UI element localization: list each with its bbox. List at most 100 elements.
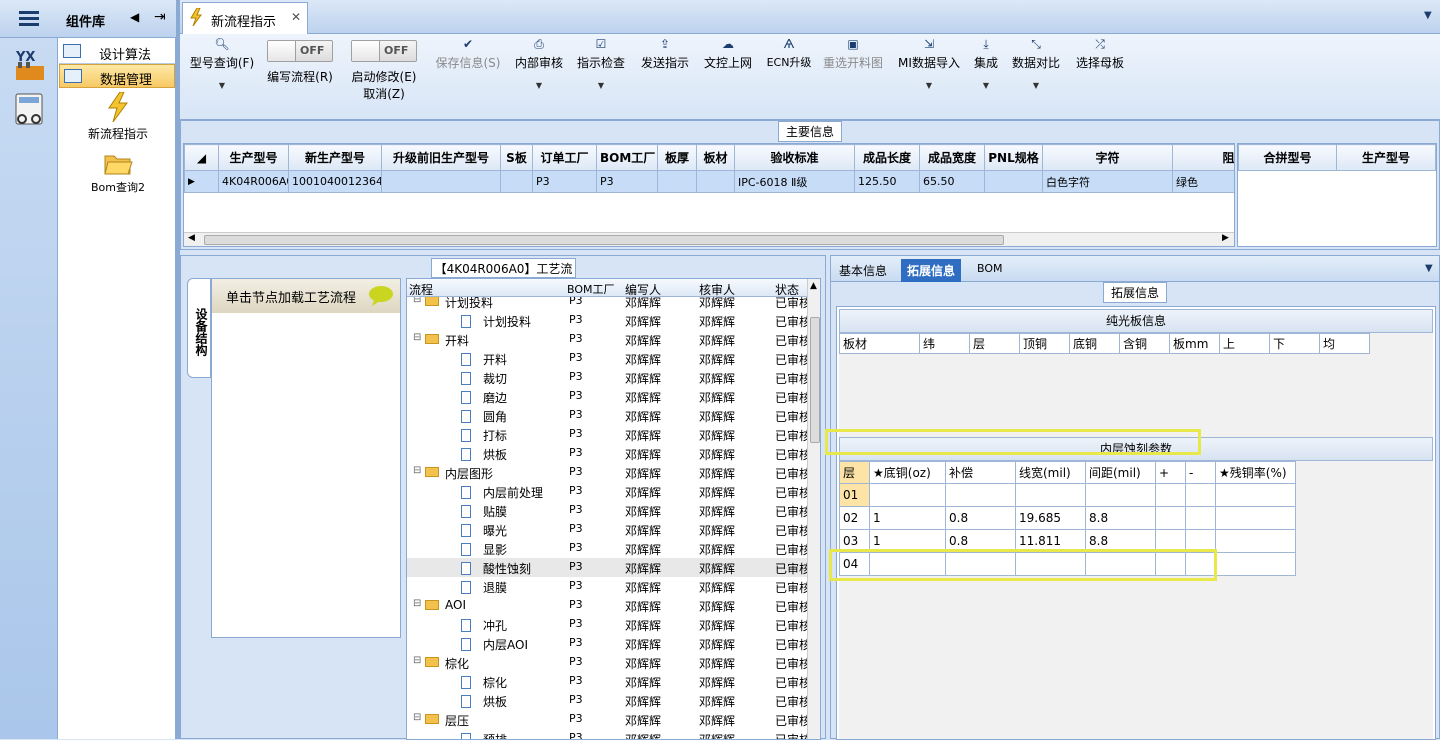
pure-board-column[interactable]: 含铜 bbox=[1119, 333, 1170, 354]
main-cell[interactable]: 10010400123642 bbox=[288, 170, 382, 193]
inner-etch-cell[interactable]: 01 bbox=[839, 483, 870, 507]
inner-etch-column[interactable]: ★底铜(oz) bbox=[869, 461, 946, 484]
inner-etch-row[interactable]: 02 1 0.8 19.685 8.8 bbox=[839, 506, 1296, 530]
inner-etch-column[interactable]: + bbox=[1155, 461, 1186, 484]
flow-column-status[interactable]: 状态 bbox=[775, 281, 799, 298]
main-cell[interactable]: 125.50 bbox=[854, 170, 920, 193]
inner-etch-cell[interactable] bbox=[1015, 483, 1086, 507]
flow-tree-row[interactable]: 烘板 P3 邓辉辉 邓辉辉 已审核 bbox=[407, 691, 807, 710]
main-cell[interactable] bbox=[984, 170, 1043, 193]
inner-etch-cell[interactable]: 1 bbox=[869, 506, 946, 530]
main-column-header[interactable]: 成品宽度 bbox=[919, 144, 985, 171]
production-model-header[interactable]: 生产型号 bbox=[1336, 144, 1436, 171]
pure-board-column[interactable]: 板材 bbox=[839, 333, 920, 354]
main-column-header[interactable]: BOM工厂 bbox=[596, 144, 658, 171]
flow-column-bom[interactable]: BOM工厂 bbox=[567, 281, 615, 297]
pure-board-column[interactable]: 纬 bbox=[919, 333, 970, 354]
flow-tree-row[interactable]: 曝光 P3 邓辉辉 邓辉辉 已审核 bbox=[407, 520, 807, 539]
inner-etch-cell[interactable] bbox=[1215, 552, 1296, 576]
inner-etch-cell[interactable] bbox=[945, 483, 1016, 507]
pure-board-column[interactable]: 底铜 bbox=[1069, 333, 1120, 354]
write-flow-toggle[interactable]: OFF 编写流程(R) bbox=[262, 34, 338, 85]
start-modify-switch[interactable]: OFF bbox=[351, 40, 417, 62]
collapse-icon[interactable]: ⊟ bbox=[413, 332, 421, 343]
main-column-header[interactable]: 字符 bbox=[1042, 144, 1173, 171]
main-column-header[interactable]: 板材 bbox=[696, 144, 735, 171]
main-cell[interactable]: P3 bbox=[532, 170, 597, 193]
main-cell[interactable]: 白色字符 bbox=[1042, 170, 1173, 193]
flow-tree-row[interactable]: ⊟ 开料 P3 邓辉辉 邓辉辉 已审核 bbox=[407, 330, 807, 349]
main-column-header[interactable]: 生产型号 bbox=[218, 144, 289, 171]
save-info-button[interactable]: ✔ 保存信息(S) bbox=[432, 34, 504, 71]
tab-extended-info[interactable]: 拓展信息 bbox=[901, 259, 962, 282]
tab-new-flow[interactable]: 新流程指示 ✕ bbox=[182, 2, 308, 34]
main-info-row[interactable]: ▶ 4K04R006A0 10010400123642 P3 P3 IPC-6018 Ⅱ级… bbox=[184, 170, 1234, 193]
pure-board-column[interactable]: 顶铜 bbox=[1019, 333, 1070, 354]
mi-import-button[interactable]: ⇲ MI数据导入 ▼ bbox=[894, 34, 964, 90]
horizontal-scrollbar[interactable]: ◀ ▶ bbox=[184, 232, 1234, 246]
flow-tree-row[interactable]: 冲孔 P3 邓辉辉 邓辉辉 已审核 bbox=[407, 615, 807, 634]
flow-tree-row[interactable]: 烘板 P3 邓辉辉 邓辉辉 已审核 bbox=[407, 444, 807, 463]
main-column-header[interactable]: 升级前旧生产型号 bbox=[381, 144, 501, 171]
flow-tree-row[interactable]: 计划投料 P3 邓辉辉 邓辉辉 已审核 bbox=[407, 311, 807, 330]
model-query-button[interactable]: 🔍︎ 型号查询(F) ▼ bbox=[186, 34, 258, 90]
inner-etch-column[interactable]: - bbox=[1185, 461, 1216, 484]
data-compare-button[interactable]: ⤡ 数据对比 ▼ bbox=[1010, 34, 1062, 90]
main-cell[interactable] bbox=[696, 170, 735, 193]
flow-tree-row[interactable]: 裁切 P3 邓辉辉 邓辉辉 已审核 bbox=[407, 368, 807, 387]
row-selector-header[interactable]: ◢ bbox=[184, 144, 219, 171]
flow-tree-row[interactable]: 打标 P3 邓辉辉 邓辉辉 已审核 bbox=[407, 425, 807, 444]
vertical-scrollbar[interactable]: ▲ bbox=[807, 279, 820, 739]
start-modify-toggle[interactable]: OFF 启动修改(E) 取消(Z) bbox=[346, 34, 422, 102]
inner-etch-cell[interactable] bbox=[1185, 483, 1216, 507]
inner-etch-column[interactable]: 线宽(mil) bbox=[1015, 461, 1086, 484]
pure-board-column[interactable]: 均 bbox=[1319, 333, 1370, 354]
inner-etch-column[interactable]: 间距(mil) bbox=[1085, 461, 1156, 484]
module-bom-query[interactable]: Bom查询2 bbox=[78, 150, 158, 195]
inner-etch-column[interactable]: ★残铜率(%) bbox=[1215, 461, 1296, 484]
inner-etch-column[interactable]: 补偿 bbox=[945, 461, 1016, 484]
inner-etch-column[interactable]: 层 bbox=[839, 461, 870, 484]
flow-tree-row[interactable]: 显影 P3 邓辉辉 邓辉辉 已审核 bbox=[407, 539, 807, 558]
instruction-check-button[interactable]: ☑ 指示检查 ▼ bbox=[574, 34, 628, 90]
flow-column-auditor[interactable]: 核审人 bbox=[699, 281, 735, 298]
inner-etch-cell[interactable] bbox=[1215, 506, 1296, 530]
main-column-header[interactable]: S板 bbox=[500, 144, 533, 171]
main-cell[interactable]: IPC-6018 Ⅱ级 bbox=[734, 170, 855, 193]
tab-dropdown-icon[interactable]: ▼ bbox=[1425, 263, 1433, 274]
flow-tree-row[interactable]: 酸性蚀刻 P3 邓辉辉 邓辉辉 已审核 bbox=[407, 558, 807, 577]
flow-column-name[interactable]: 流程 bbox=[409, 281, 433, 298]
tab-basic-info[interactable]: 基本信息 bbox=[833, 259, 893, 282]
close-icon[interactable]: ✕ bbox=[291, 10, 301, 24]
flow-tree-row[interactable]: ⊟ AOI P3 邓辉辉 邓辉辉 已审核 bbox=[407, 596, 807, 615]
reselect-cutting-button[interactable]: ▣ 重选开料图 bbox=[820, 34, 886, 71]
menu-data-management[interactable]: 数据管理 bbox=[59, 64, 175, 88]
main-column-header[interactable]: 验收标准 bbox=[734, 144, 855, 171]
main-column-header[interactable]: 新生产型号 bbox=[288, 144, 382, 171]
inner-etch-cell[interactable] bbox=[869, 483, 946, 507]
ecn-upgrade-button[interactable]: Ѧ ECN升级 bbox=[762, 34, 816, 70]
inner-etch-cell[interactable] bbox=[1215, 529, 1296, 553]
flow-tree-row[interactable]: ⊟ 内层图形 P3 邓辉辉 邓辉辉 已审核 bbox=[407, 463, 807, 482]
main-cell[interactable]: 绿色 bbox=[1172, 170, 1234, 193]
main-cell[interactable]: 4K04R006A0 bbox=[218, 170, 289, 193]
merged-model-header[interactable]: 合拼型号 bbox=[1238, 144, 1337, 171]
flow-tree-row[interactable]: 棕化 P3 邓辉辉 邓辉辉 已审核 bbox=[407, 672, 807, 691]
flow-tree-row[interactable]: 预排P3邓辉辉邓辉辉已审核 bbox=[407, 729, 807, 739]
flow-tree-row[interactable]: ⊟ 计划投料 P3 邓辉辉 邓辉辉 已审核 bbox=[407, 297, 807, 311]
collapse-icon[interactable]: ⊟ bbox=[413, 297, 421, 305]
flow-tree-row[interactable]: 内层AOI P3 邓辉辉 邓辉辉 已审核 bbox=[407, 634, 807, 653]
collapse-icon[interactable]: ⊟ bbox=[413, 598, 421, 609]
pure-board-column[interactable]: 下 bbox=[1269, 333, 1320, 354]
flow-column-writer[interactable]: 编写人 bbox=[625, 281, 661, 298]
main-cell[interactable] bbox=[657, 170, 697, 193]
tab-bom[interactable]: BOM bbox=[971, 259, 1009, 282]
pure-board-column[interactable]: 层 bbox=[969, 333, 1020, 354]
calculator-icon[interactable] bbox=[4, 90, 54, 134]
main-cell[interactable]: 65.50 bbox=[919, 170, 985, 193]
flow-tree-row[interactable]: 磨边 P3 邓辉辉 邓辉辉 已审核 bbox=[407, 387, 807, 406]
menu-design-algorithm[interactable]: 设计算法 bbox=[59, 40, 175, 64]
integrate-button[interactable]: ⤓ 集成 ▼ bbox=[968, 34, 1004, 90]
inner-etch-cell[interactable] bbox=[1155, 506, 1186, 530]
flow-tree-row[interactable]: ⊟ 层压 P3 邓辉辉 邓辉辉 已审核 bbox=[407, 710, 807, 729]
